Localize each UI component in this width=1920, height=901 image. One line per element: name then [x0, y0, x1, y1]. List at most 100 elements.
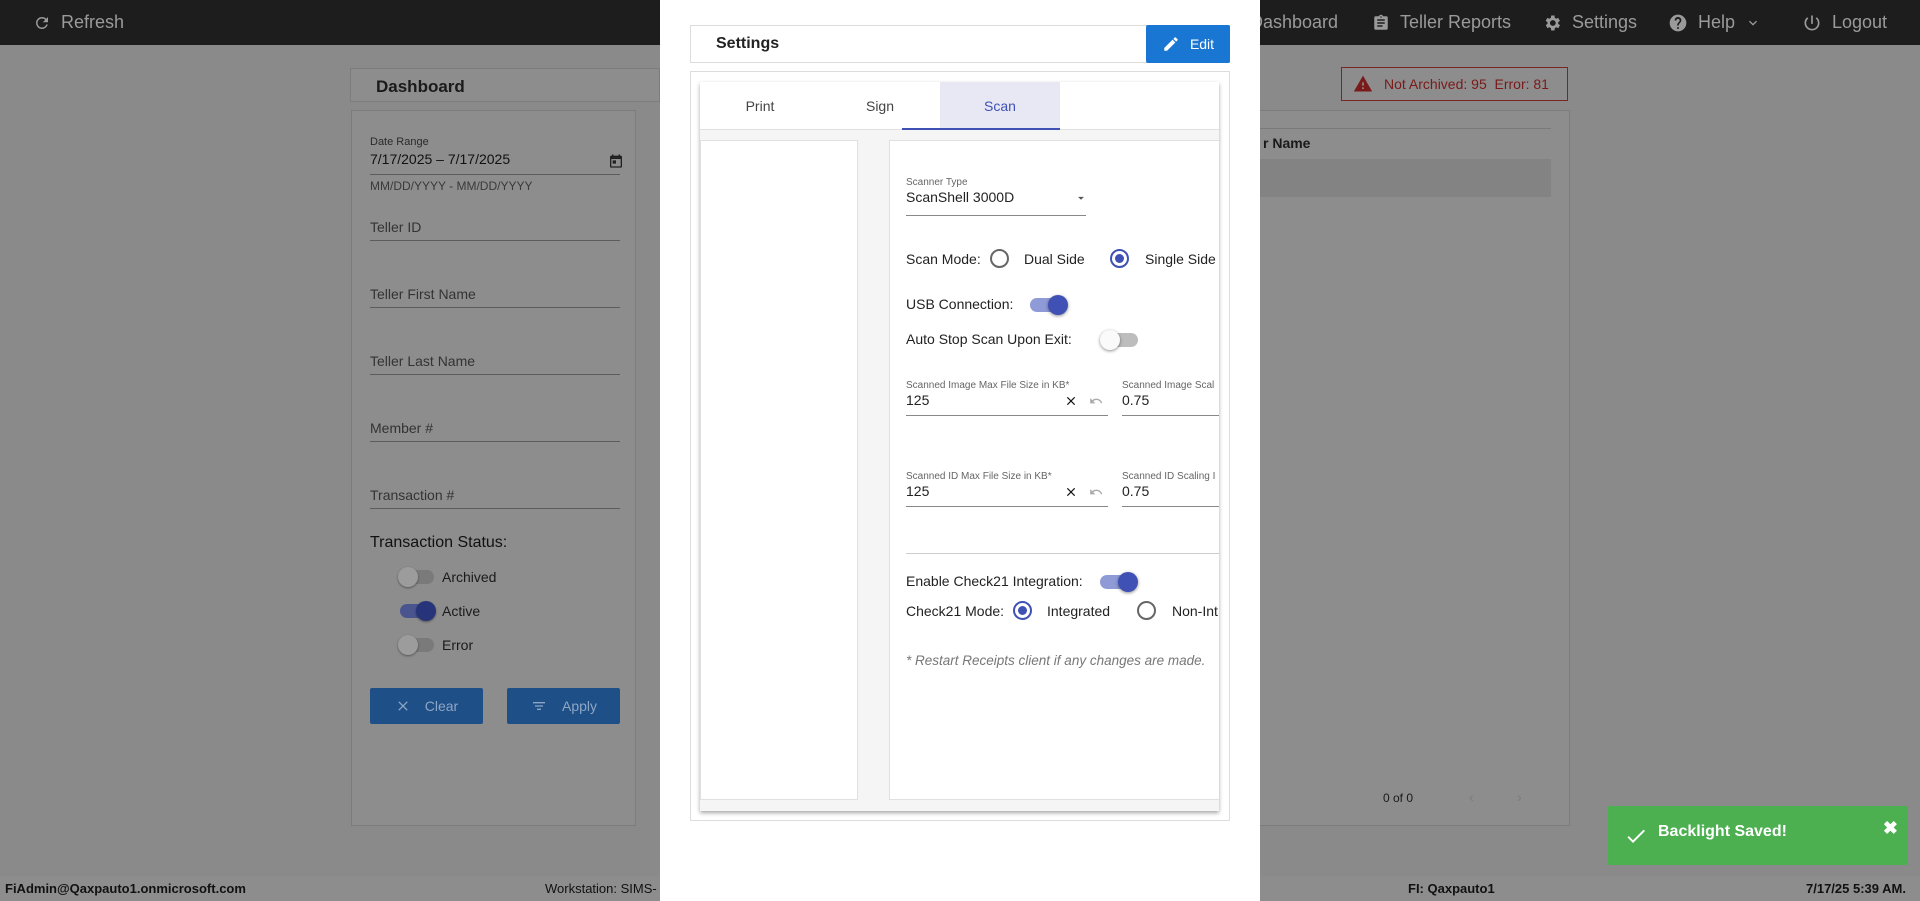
nav-teller-reports-label: Teller Reports	[1400, 12, 1512, 32]
status-error-label: Error	[442, 637, 474, 653]
id-max-size-value: 125	[906, 483, 930, 499]
nav-dashboard[interactable]: Dashboard	[1250, 0, 1338, 45]
transaction-status-heading: Transaction Status:	[370, 534, 508, 551]
auto-stop-toggle[interactable]	[1100, 330, 1138, 350]
settings-tabs: Print Sign Scan	[700, 82, 1219, 130]
edit-button[interactable]: Edit	[1146, 25, 1230, 63]
teller-last-name-label: Teller Last Name	[370, 353, 476, 369]
refresh-button[interactable]: Refresh	[33, 0, 124, 45]
close-icon	[398, 701, 408, 711]
nav-help[interactable]: Help	[1668, 0, 1761, 45]
apply-label: Apply	[561, 698, 598, 714]
success-toast: Backlight Saved! ✖	[1608, 806, 1908, 865]
transaction-number-field[interactable]: Transaction #	[370, 473, 620, 509]
footer-fi: FI: Qaxpauto1	[1408, 881, 1495, 896]
modal-header: Settings Edit	[690, 25, 1230, 63]
check21-nonint-radio[interactable]	[1137, 601, 1156, 620]
image-scaling-value[interactable]: 0.75	[1122, 392, 1149, 408]
teller-first-name-label: Teller First Name	[370, 286, 476, 302]
prev-page-icon[interactable]: ‹	[1469, 789, 1474, 805]
divider	[906, 553, 1219, 554]
footer-datetime: 7/17/25 5:39 AM.	[1806, 881, 1906, 896]
nav-teller-reports[interactable]: Teller Reports	[1372, 0, 1511, 45]
apply-button[interactable]: Apply	[507, 688, 620, 724]
clear-icon[interactable]	[1064, 485, 1078, 499]
usb-connection-toggle[interactable]	[1030, 295, 1068, 315]
date-range-value: 7/17/2025 – 7/17/2025	[370, 151, 511, 167]
dashboard-header: Dashboard	[350, 68, 660, 102]
power-icon	[1804, 15, 1820, 30]
logout-button[interactable]: Logout	[1802, 0, 1887, 45]
tab-sign-label: Sign	[865, 98, 895, 114]
filter-panel: Date Range 7/17/2025 – 7/17/2025 MM/DD/Y…	[351, 110, 636, 826]
auto-stop-label: Auto Stop Scan Upon Exit:	[906, 331, 1072, 347]
id-max-size-input[interactable]: 125	[906, 483, 1108, 507]
scan-mode-single-radio[interactable]	[1110, 249, 1129, 268]
logout-label: Logout	[1832, 12, 1888, 32]
id-scaling-value[interactable]: 0.75	[1122, 483, 1149, 499]
teller-first-name-field[interactable]: Teller First Name	[370, 272, 620, 308]
nav-settings[interactable]: Settings	[1542, 0, 1637, 45]
pencil-icon	[1164, 37, 1178, 51]
clear-button[interactable]: Clear	[370, 688, 483, 724]
toggle-switch[interactable]	[400, 601, 436, 621]
id-scaling-label: Scanned ID Scaling I	[1122, 471, 1216, 482]
status-alert[interactable]: Not Archived: 95 Error: 81	[1341, 67, 1568, 101]
undo-icon[interactable]	[1089, 394, 1103, 408]
footer-workstation: Workstation: SIMS-	[545, 881, 657, 896]
dropdown-arrow-icon	[1078, 196, 1084, 200]
image-max-size-value: 125	[906, 392, 930, 408]
scan-settings-form: Scanner Type ScanShell 3000D Scan Mode: …	[889, 140, 1219, 800]
status-active-toggle[interactable]: Active	[400, 601, 480, 621]
modal-body: Print Sign Scan Scanner Type ScanShell 3…	[690, 71, 1230, 821]
id-max-size-label: Scanned ID Max File Size in KB*	[906, 471, 1052, 482]
results-panel: r Name 0 of 0 ‹ ›	[1236, 110, 1570, 826]
clipboard-icon	[1374, 14, 1388, 30]
teller-id-field[interactable]: Teller ID	[370, 205, 620, 241]
member-number-field[interactable]: Member #	[370, 406, 620, 442]
page-title: Dashboard	[376, 77, 465, 96]
nav-dashboard-label: Dashboard	[1250, 12, 1339, 32]
calendar-icon[interactable]	[608, 153, 624, 169]
next-page-icon[interactable]: ›	[1517, 789, 1522, 805]
tab-print[interactable]: Print	[700, 82, 820, 130]
restart-note: * Restart Receipts client if any changes…	[906, 653, 1206, 668]
nav-settings-label: Settings	[1572, 12, 1638, 32]
check21-mode-label: Check21 Mode:	[906, 603, 1005, 619]
toggle-switch[interactable]	[398, 567, 434, 587]
tab-print-label: Print	[745, 98, 775, 114]
clear-icon[interactable]	[1064, 394, 1078, 408]
warning-icon	[1353, 75, 1373, 92]
tab-scan-label: Scan	[984, 98, 1016, 114]
scanner-type-label: Scanner Type	[906, 177, 968, 188]
image-max-size-input[interactable]: 125	[906, 392, 1108, 416]
settings-modal: Settings Edit Print Sign Scan Scanner Ty…	[660, 0, 1260, 901]
scan-mode-label: Scan Mode:	[906, 251, 981, 267]
status-error-toggle[interactable]: Error	[398, 635, 474, 655]
tab-sign[interactable]: Sign	[820, 82, 940, 130]
image-scaling-label: Scanned Image Scal	[1122, 380, 1215, 391]
check21-integrated-radio[interactable]	[1013, 601, 1032, 620]
filter-icon	[532, 702, 545, 710]
teller-id-label: Teller ID	[370, 219, 422, 235]
check21-enable-toggle[interactable]	[1100, 572, 1138, 592]
undo-icon[interactable]	[1089, 485, 1103, 499]
toast-message: Backlight Saved!	[1658, 823, 1787, 840]
status-archived-toggle[interactable]: Archived	[398, 567, 496, 587]
date-range-label: Date Range	[370, 136, 429, 148]
transaction-number-label: Transaction #	[370, 487, 455, 503]
footer-user: FiAdmin@Qaxpauto1.onmicrosoft.com	[5, 881, 246, 896]
column-header-name[interactable]: r Name	[1263, 135, 1310, 151]
close-toast-icon[interactable]: ✖	[1883, 818, 1898, 839]
tab-scan[interactable]: Scan	[940, 82, 1060, 130]
side-panel	[700, 140, 858, 800]
scan-mode-single-label: Single Side	[1145, 251, 1216, 267]
date-range-field[interactable]: 7/17/2025 – 7/17/2025	[370, 149, 622, 175]
teller-last-name-field[interactable]: Teller Last Name	[370, 339, 620, 375]
toggle-switch[interactable]	[398, 635, 434, 655]
scanner-type-select[interactable]: ScanShell 3000D	[906, 189, 1086, 217]
scanner-type-value: ScanShell 3000D	[906, 189, 1015, 205]
table-row[interactable]	[1237, 159, 1551, 197]
member-number-label: Member #	[370, 420, 434, 436]
scan-mode-dual-radio[interactable]	[990, 249, 1009, 268]
